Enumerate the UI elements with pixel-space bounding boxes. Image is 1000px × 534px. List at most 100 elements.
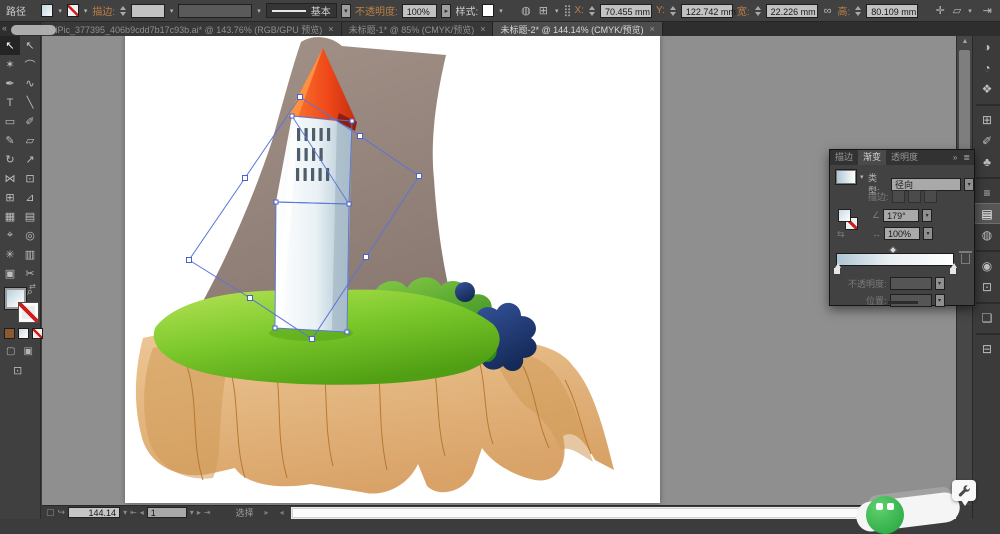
slice-tool[interactable]: ✂: [20, 264, 40, 283]
pencil-tool[interactable]: ✎: [0, 131, 20, 150]
wrench-tooltip-bubble[interactable]: [952, 480, 976, 506]
artboards-panel-icon[interactable]: ⊞: [973, 109, 1000, 130]
gradient-swatch[interactable]: [836, 170, 856, 184]
canvas-pasteboard[interactable]: [42, 36, 956, 505]
color-panel-icon[interactable]: ◑: [973, 36, 1000, 57]
gradient-type-select[interactable]: 径向: [890, 177, 962, 191]
opacity-dropdown[interactable]: ▸: [441, 3, 452, 18]
asset-export-panel-icon[interactable]: ⊟: [973, 338, 1000, 359]
stroke-indicator[interactable]: [19, 303, 38, 322]
stroke-gradient-across-button[interactable]: [923, 190, 937, 203]
dock-divider-3[interactable]: [976, 245, 1000, 252]
rotate-tool[interactable]: ↻: [0, 150, 20, 169]
width-stepper[interactable]: [754, 5, 762, 16]
opacity-input[interactable]: 100%: [401, 3, 438, 18]
recolor-artwork-icon[interactable]: ◍: [519, 4, 533, 17]
blend-tool[interactable]: ◎: [20, 226, 40, 245]
artboard-number-input[interactable]: 1: [146, 507, 187, 518]
none-button[interactable]: [32, 328, 43, 339]
first-artboard-icon[interactable]: ⇤: [130, 508, 137, 517]
symbol-sprayer-tool[interactable]: ✳: [0, 245, 20, 264]
last-artboard-icon[interactable]: ⇥: [204, 508, 211, 517]
eraser-tool[interactable]: ▱: [20, 131, 40, 150]
direct-selection-tool[interactable]: ↖: [20, 36, 40, 55]
scroll-right-icon[interactable]: ▸: [265, 508, 269, 517]
free-transform-tool[interactable]: ⊡: [20, 169, 40, 188]
height-stepper[interactable]: [854, 5, 862, 16]
gradient-stop-end[interactable]: [949, 263, 957, 275]
appearance-panel-icon[interactable]: ◉: [973, 255, 1000, 276]
document-tab[interactable]: 未标题-2* @ 144.14% (CMYK/预览) ×: [493, 22, 663, 36]
perspective-grid-tool[interactable]: ⊿: [20, 188, 40, 207]
artboard-tool[interactable]: ▣: [0, 264, 20, 283]
previous-artboard-icon[interactable]: ◂: [140, 508, 144, 517]
shear-icon[interactable]: ▱: [951, 4, 963, 17]
links-panel-icon[interactable]: ⊡: [973, 276, 1000, 297]
zoom-dropdown-icon[interactable]: ▾: [123, 508, 127, 517]
toolbar-header-grip[interactable]: [11, 25, 56, 35]
curvature-tool[interactable]: ∿: [20, 74, 40, 93]
panel-overflow-icon[interactable]: »: [953, 153, 957, 162]
shear-dropdown-icon[interactable]: ▾: [967, 7, 973, 15]
align-dropdown-icon[interactable]: ▾: [554, 7, 560, 15]
zoom-level-input[interactable]: 144.14: [68, 507, 121, 518]
draw-normal-icon[interactable]: ▢: [6, 346, 15, 357]
layers-panel-icon[interactable]: ❏: [973, 307, 1000, 328]
style-swatch[interactable]: [482, 4, 495, 17]
pen-tool[interactable]: ✒: [0, 74, 20, 93]
shape-builder-tool[interactable]: ⊞: [0, 188, 20, 207]
gradient-panel-icon[interactable]: ▤: [973, 203, 1000, 224]
stroke-color-swatch[interactable]: [66, 4, 79, 17]
scale-tool[interactable]: ↗: [20, 150, 40, 169]
draw-behind-icon[interactable]: ▣: [23, 346, 32, 357]
free-transform-icon[interactable]: ✛: [934, 4, 947, 17]
document-tab[interactable]: 未标题-1* @ 85% (CMYK/预览) ×: [341, 22, 494, 36]
gradient-stop-start[interactable]: [833, 263, 841, 275]
dock-control-icon[interactable]: ⇥: [981, 4, 994, 17]
constrain-proportions-icon[interactable]: ∞: [822, 5, 834, 17]
tab-close-icon[interactable]: ×: [650, 24, 655, 34]
gradient-slider-bar[interactable]: [836, 253, 954, 266]
aspect-dropdown-icon[interactable]: ▾: [923, 227, 933, 240]
magic-wand-tool[interactable]: ✶: [0, 55, 20, 74]
panel-fill-indicator[interactable]: [838, 209, 851, 222]
eyedropper-tool[interactable]: ⌖: [0, 226, 20, 245]
x-stepper[interactable]: [588, 5, 596, 16]
rectangle-tool[interactable]: ▭: [0, 112, 20, 131]
angle-dropdown-icon[interactable]: ▾: [922, 209, 933, 222]
fill-dropdown-icon[interactable]: ▾: [57, 7, 63, 15]
tab-stroke[interactable]: 描边: [830, 150, 858, 165]
dock-divider-5[interactable]: [976, 328, 1000, 335]
artboard[interactable]: [125, 36, 660, 503]
dock-divider-4[interactable]: [976, 297, 1000, 304]
stroke-gradient-along-button[interactable]: [907, 190, 921, 203]
floating-badge[interactable]: [866, 496, 904, 534]
x-input[interactable]: 70.455 mm: [599, 3, 652, 18]
tab-transparency[interactable]: 透明度: [886, 150, 923, 165]
stroke-style-dropdown[interactable]: ▾: [340, 3, 351, 18]
transparency-panel-icon[interactable]: ◍: [973, 224, 1000, 245]
stroke-weight-label[interactable]: 描边:: [92, 3, 115, 18]
line-segment-tool[interactable]: ╲: [20, 93, 40, 112]
gradient-swatch-dropdown-icon[interactable]: ▾: [859, 173, 865, 181]
aspect-ratio-input[interactable]: 100%: [884, 227, 920, 240]
height-input[interactable]: 80.109 mm: [866, 3, 919, 18]
tab-close-icon[interactable]: ×: [480, 24, 485, 34]
lasso-tool[interactable]: ⌒: [20, 55, 40, 74]
toolbar-collapse-icon[interactable]: «: [2, 23, 7, 33]
style-dropdown-icon[interactable]: ▾: [498, 7, 504, 15]
gradient-angle-input[interactable]: 179°: [883, 209, 920, 222]
opacity-label[interactable]: 不透明度:: [355, 3, 398, 18]
status-left-icon-1[interactable]: ▢: [46, 507, 55, 518]
fill-color-swatch[interactable]: [41, 4, 54, 17]
stroke-weight-stepper[interactable]: [119, 5, 127, 16]
selection-tool[interactable]: ↖: [0, 36, 20, 55]
color-button[interactable]: [4, 328, 15, 339]
y-input[interactable]: 122.742 mm: [680, 3, 736, 18]
stroke-weight-input[interactable]: [131, 3, 165, 18]
reference-point-grid-icon[interactable]: ⣿: [563, 4, 571, 17]
gradient-tool[interactable]: ▤: [20, 207, 40, 226]
stroke-style-select[interactable]: 基本: [265, 3, 337, 18]
tab-close-icon[interactable]: ×: [328, 24, 333, 34]
scroll-up-icon[interactable]: ▲: [957, 36, 973, 48]
